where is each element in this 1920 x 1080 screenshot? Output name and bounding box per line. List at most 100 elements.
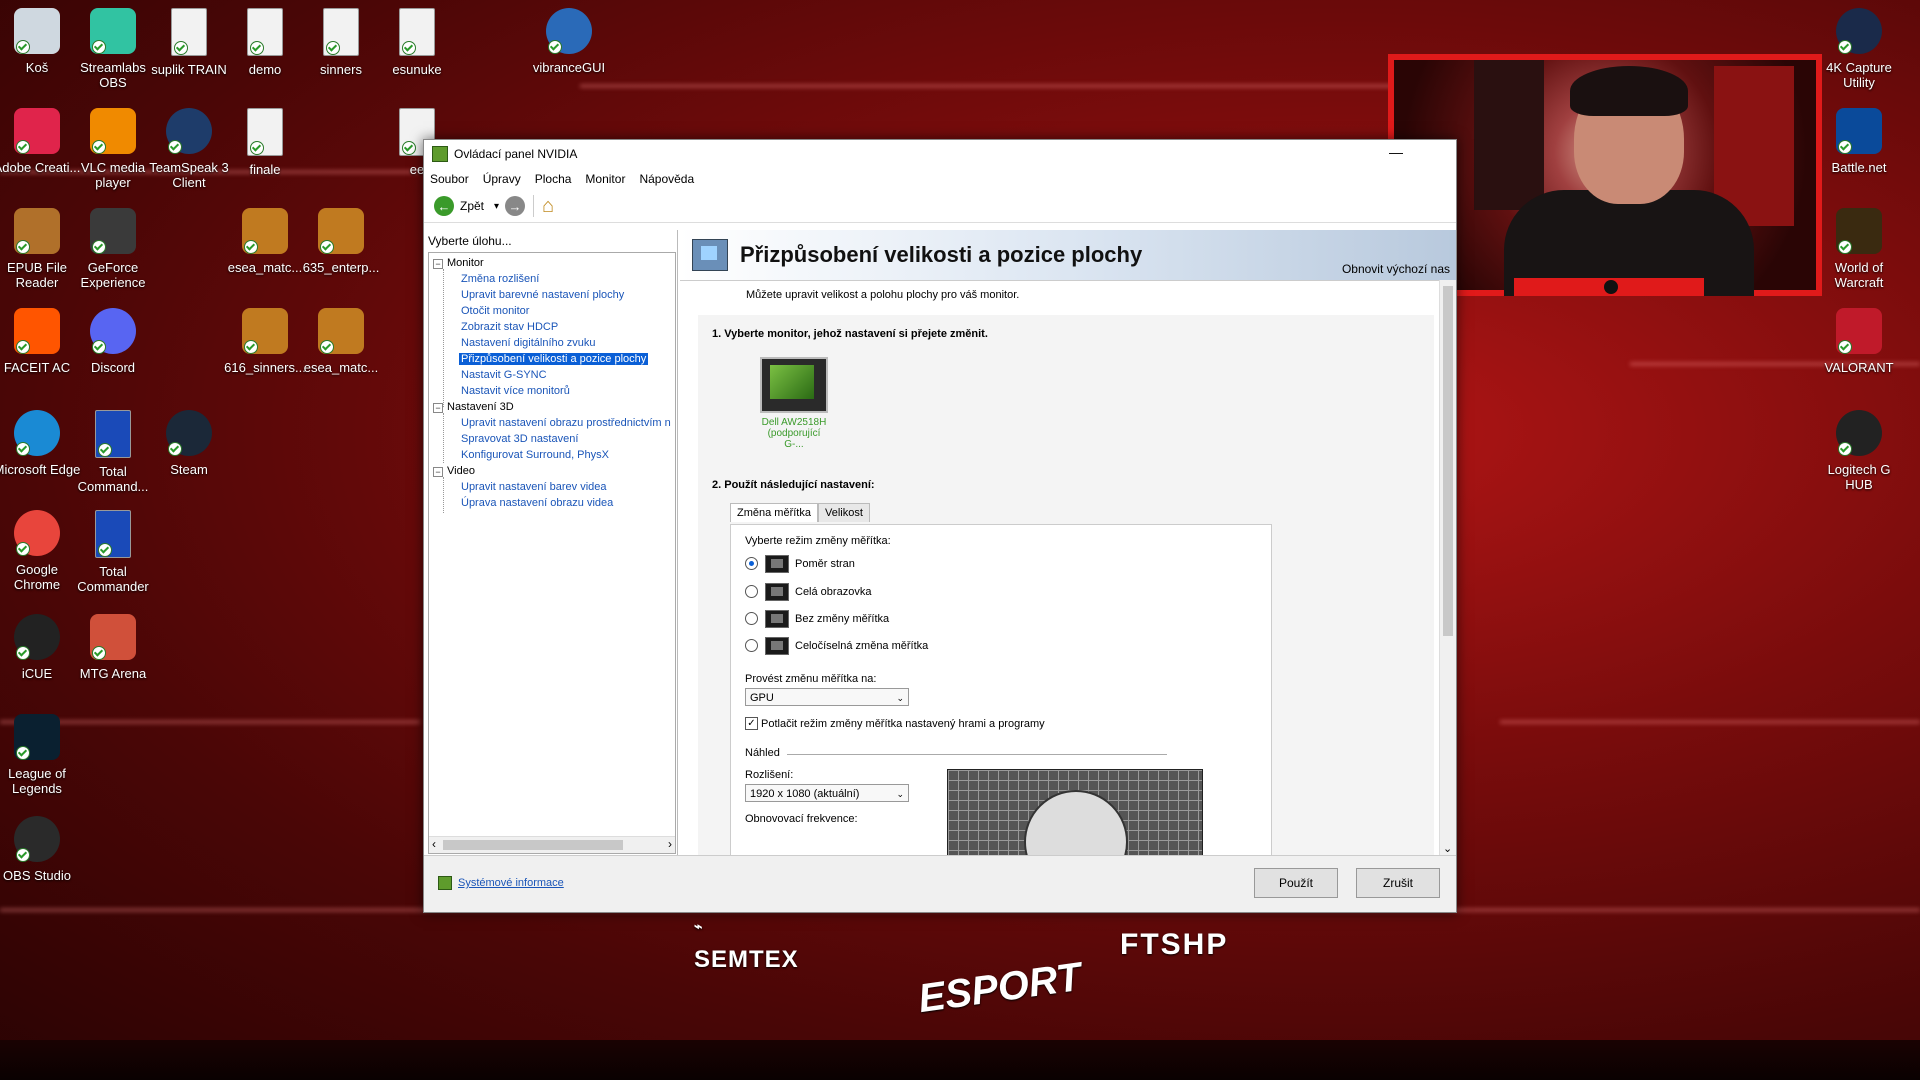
desktop-icon-mtg[interactable]: MTG Arena	[68, 614, 158, 681]
preview-divider	[787, 754, 1167, 755]
sync-check-icon	[250, 141, 264, 155]
sync-check-icon	[326, 41, 340, 55]
sinners616-icon	[242, 308, 288, 354]
tree-horizontal-scrollbar[interactable]: ‹ ›	[429, 836, 675, 853]
override-label[interactable]: Potlačit režim změny měřítka nastavený h…	[761, 718, 1045, 730]
resolution-select[interactable]: 1920 x 1080 (aktuální) ⌄	[745, 784, 909, 802]
cancel-button[interactable]: Zrušit	[1356, 868, 1440, 898]
label-bez-zmeny[interactable]: Bez změny měřítka	[795, 613, 889, 625]
menu-napoveda[interactable]: Nápověda	[639, 172, 694, 186]
menu-bar: Soubor Úpravy Plocha Monitor Nápověda	[424, 168, 1456, 190]
title-bar[interactable]: Ovládací panel NVIDIA —	[424, 140, 1456, 168]
desktop-icon-battlenet[interactable]: Battle.net	[1814, 108, 1904, 175]
tree-item-obraz-3d[interactable]: Upravit nastavení obrazu prostřednictvím…	[461, 417, 671, 429]
desktop-icon-steam[interactable]: Steam	[144, 410, 234, 477]
desktop-icon-label: esea_matc...	[303, 360, 379, 375]
tree-item-barevne-nastaveni[interactable]: Upravit barevné nastavení plochy	[461, 289, 624, 301]
tree-item-spravovat-3d[interactable]: Spravovat 3D nastavení	[461, 433, 578, 445]
desktop-icon-4k[interactable]: 4K Capture Utility	[1814, 8, 1904, 90]
tree-item-otocit-monitor[interactable]: Otočit monitor	[461, 305, 529, 317]
desktop-icon-lol[interactable]: League of Legends	[0, 714, 82, 796]
expander-3d[interactable]: −	[433, 403, 443, 413]
desktop-icon-enterp[interactable]: 635_enterp...	[296, 208, 386, 275]
scaling-mode-label: Vyberte režim změny měřítka:	[745, 535, 891, 547]
scroll-left-icon[interactable]: ‹	[432, 837, 436, 851]
menu-monitor[interactable]: Monitor	[585, 172, 625, 186]
tree-item-surround-physx[interactable]: Konfigurovat Surround, PhysX	[461, 449, 609, 461]
toolbar-separator	[533, 195, 535, 217]
desktop-icon-vibrance[interactable]: vibranceGUI	[524, 8, 614, 75]
epub-icon	[14, 208, 60, 254]
tree-category-3d[interactable]: Nastavení 3D	[447, 401, 514, 413]
system-info-link[interactable]: Systémové informace	[438, 876, 564, 890]
label-pomer-stran[interactable]: Poměr stran	[795, 558, 855, 570]
back-dropdown-icon[interactable]: ▾	[494, 201, 499, 212]
logitech-icon	[1836, 410, 1882, 456]
desktop-icon-label: esunuke	[392, 62, 442, 77]
scrollbar-thumb[interactable]	[1443, 286, 1453, 636]
tree-item-zmena-rozliseni[interactable]: Změna rozlišení	[461, 273, 539, 285]
apply-button[interactable]: Použít	[1254, 868, 1338, 898]
tab-zmena-meritka[interactable]: Změna měřítka	[730, 503, 818, 522]
tree-item-velikost-pozice-selected[interactable]: Přizpůsobení velikosti a pozice plochy	[459, 353, 649, 365]
tree-item-digitalni-zvuk[interactable]: Nastavení digitálního zvuku	[461, 337, 596, 349]
desktop-icon-wow[interactable]: World of Warcraft	[1814, 208, 1904, 290]
radio-celociselna[interactable]	[745, 639, 758, 652]
tree-item-obraz-videa[interactable]: Úprava nastavení obrazu videa	[461, 497, 613, 509]
menu-plocha[interactable]: Plocha	[535, 172, 572, 186]
desktop-icon-discord[interactable]: Discord	[68, 308, 158, 375]
sync-check-icon	[16, 442, 30, 456]
desktop-icon-label: Battle.net	[1831, 160, 1887, 175]
tree-item-g-sync[interactable]: Nastavit G-SYNC	[461, 369, 547, 381]
scrollbar-thumb[interactable]	[443, 840, 623, 850]
restore-defaults-link[interactable]: Obnovit výchozí nas	[1342, 262, 1450, 276]
desktop-icon-finale[interactable]: finale	[220, 108, 310, 177]
perform-on-label: Provést změnu měřítka na:	[745, 673, 877, 685]
content-vertical-scrollbar[interactable]: ⌄	[1439, 280, 1456, 855]
expander-monitor[interactable]: −	[433, 259, 443, 269]
tree-item-vice-monitoru[interactable]: Nastavit více monitorů	[461, 385, 570, 397]
radio-bez-zmeny[interactable]	[745, 612, 758, 625]
back-arrow-icon[interactable]: ←	[434, 196, 454, 216]
desktop-icon-valorant[interactable]: VALORANT	[1814, 308, 1904, 375]
sync-check-icon	[402, 141, 416, 155]
desktop-icon-esunuke[interactable]: esunuke	[372, 8, 462, 77]
tree-item-hdcp[interactable]: Zobrazit stav HDCP	[461, 321, 558, 333]
desktop-icon-geforce[interactable]: GeForce Experience	[68, 208, 158, 290]
tree-category-monitor[interactable]: Monitor	[447, 257, 484, 269]
desktop-icon-label: 635_enterp...	[302, 260, 380, 275]
override-checkbox[interactable]: ✓	[745, 717, 758, 730]
desktop-icon-obs[interactable]: OBS Studio	[0, 816, 82, 883]
label-cela-obrazovka[interactable]: Celá obrazovka	[795, 586, 871, 598]
label-celociselna[interactable]: Celočíselná změna měřítka	[795, 640, 928, 652]
tree-item-barvy-videa[interactable]: Upravit nastavení barev videa	[461, 481, 607, 493]
preview-test-pattern	[1024, 790, 1128, 855]
sync-check-icon	[16, 240, 30, 254]
menu-soubor[interactable]: Soubor	[430, 172, 469, 186]
settings-panel: 1. Vyberte monitor, jehož nastavení si p…	[698, 315, 1434, 855]
geforce-icon	[90, 208, 136, 254]
perform-on-select[interactable]: GPU ⌄	[745, 688, 909, 706]
monitor-selector[interactable]: Dell AW2518H (podporující G-...	[758, 357, 830, 450]
sync-check-icon	[92, 140, 106, 154]
demo-icon	[247, 8, 283, 56]
radio-pomer-stran[interactable]	[745, 557, 758, 570]
expander-video[interactable]: −	[433, 467, 443, 477]
radio-cela-obrazovka[interactable]	[745, 585, 758, 598]
sinners-icon	[323, 8, 359, 56]
system-info-label[interactable]: Systémové informace	[458, 877, 564, 889]
system-info-icon	[438, 876, 452, 890]
desktop-icon-totalcmd2[interactable]: Total Commander	[68, 510, 158, 594]
scroll-down-icon[interactable]: ⌄	[1443, 842, 1452, 855]
desktop-icon-logitech[interactable]: Logitech G HUB	[1814, 410, 1904, 492]
tab-velikost[interactable]: Velikost	[817, 503, 870, 522]
home-icon[interactable]: ⌂	[542, 195, 554, 218]
tree-category-video[interactable]: Video	[447, 465, 475, 477]
desktop-icon-esea2[interactable]: esea_matc...	[296, 308, 386, 375]
back-button[interactable]: Zpět	[460, 199, 484, 213]
sync-check-icon	[16, 746, 30, 760]
menu-upravy[interactable]: Úpravy	[483, 172, 521, 186]
scroll-right-icon[interactable]: ›	[668, 837, 672, 851]
minimize-button[interactable]: —	[1384, 144, 1408, 164]
forward-arrow-icon[interactable]: →	[505, 196, 526, 216]
